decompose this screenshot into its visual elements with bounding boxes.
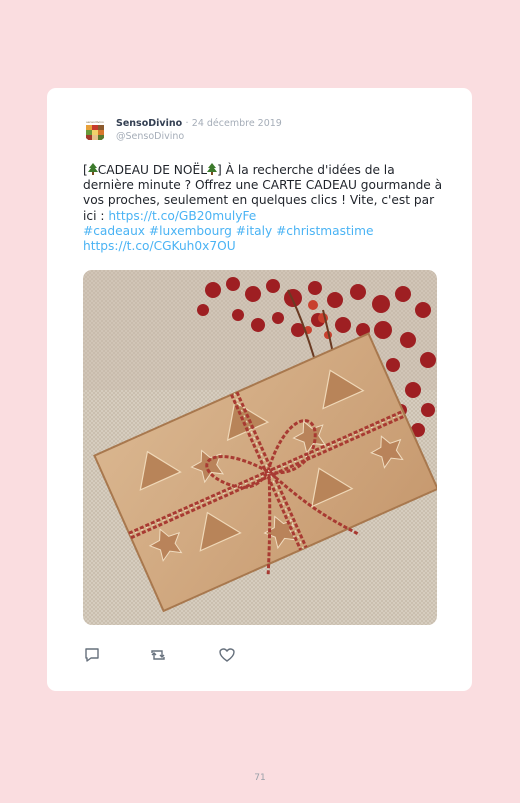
reply-icon[interactable] [83,646,101,664]
hashtag-cadeaux[interactable]: #cadeaux [83,224,145,238]
tweet-date[interactable]: 24 décembre 2019 [192,118,282,129]
christmas-tree-icon [207,163,217,177]
page-number: 71 [254,773,266,783]
like-icon[interactable] [218,646,236,664]
author-handle[interactable]: @SensoDivino [116,131,184,142]
christmas-tree-icon [87,163,98,177]
link-2[interactable]: https://t.co/CGKuh0x7OU [83,239,236,253]
hashtag-luxembourg[interactable]: #luxembourg [149,224,232,238]
tweet-card: sensodivino SensoDivino · 24 décembre 20… [47,88,472,691]
link-1[interactable]: https://t.co/GB20mulyFe [108,209,256,223]
svg-text:sensodivino: sensodivino [86,120,104,124]
separator: · [185,118,189,129]
author-line: SensoDivino · 24 décembre 2019 [116,118,282,129]
avatar[interactable]: sensodivino [83,118,107,142]
retweet-icon[interactable] [149,646,167,664]
hashtag-italy[interactable]: #italy [236,224,272,238]
gift-photo[interactable] [83,270,437,625]
tweet-text: [CADEAU DE NOËL] À la recherche d'idées … [83,163,443,254]
author-name[interactable]: SensoDivino [116,118,182,129]
text-part-2: CADEAU DE NOËL [97,163,207,177]
hashtag-christmastime[interactable]: #christmastime [276,224,373,238]
